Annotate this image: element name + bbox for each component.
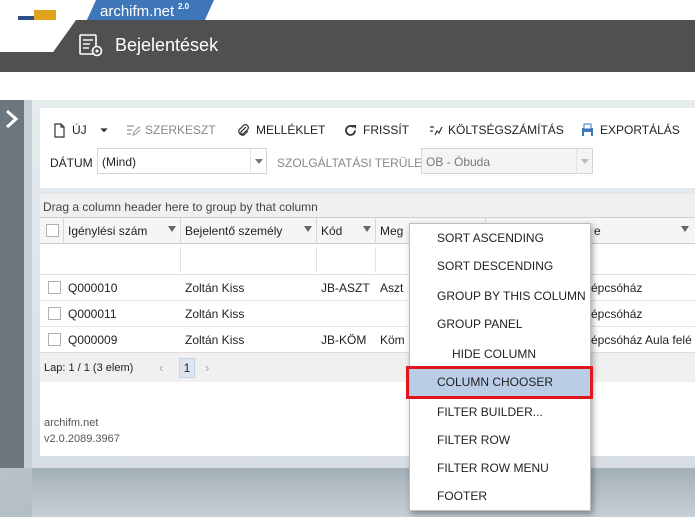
app-header: Bejelentések bbox=[0, 20, 695, 72]
row-checkbox[interactable] bbox=[48, 281, 61, 294]
service-area-select[interactable]: OB - Óbuda bbox=[421, 148, 593, 174]
menu-item-hide-column[interactable]: HIDE COLUMN bbox=[410, 340, 590, 368]
filter-funnel-icon[interactable] bbox=[304, 226, 312, 232]
filter-cell[interactable] bbox=[317, 247, 376, 273]
edit-button[interactable]: SZERKESZT bbox=[125, 122, 216, 138]
table-row[interactable]: Q000009 Zoltán Kiss JB-KÖM Köm épcsóház … bbox=[40, 327, 695, 353]
attachment-label: MELLÉKLET bbox=[256, 123, 326, 137]
sidebar-chevron-icon[interactable] bbox=[2, 108, 22, 130]
reporter-cell: Zoltán Kiss bbox=[185, 281, 245, 295]
pager-page-1[interactable]: 1 bbox=[179, 358, 195, 378]
new-doc-icon bbox=[54, 122, 65, 138]
menu-item-filter-row[interactable]: FILTER ROW bbox=[410, 426, 590, 454]
row-checkbox[interactable] bbox=[48, 333, 61, 346]
request-number-cell: Q000010 bbox=[68, 281, 118, 295]
brand-version: 2.0 bbox=[178, 2, 190, 11]
chevron-down-icon bbox=[576, 149, 592, 173]
date-filter-select[interactable]: (Mind) bbox=[97, 148, 267, 174]
report-gear-icon bbox=[79, 34, 103, 57]
export-label: EXPORTÁLÁS bbox=[600, 123, 680, 137]
code-cell: JB-ASZT bbox=[321, 281, 370, 295]
left-sidebar bbox=[0, 100, 24, 468]
menu-item-sort-descending[interactable]: SORT DESCENDING bbox=[410, 252, 590, 280]
filter-funnel-icon[interactable] bbox=[681, 226, 689, 232]
sidebar-edge bbox=[24, 100, 32, 468]
refresh-icon bbox=[345, 124, 356, 136]
new-button[interactable]: ÚJ bbox=[52, 122, 87, 138]
column-header-row: Igénylési szám Bejelentő személy Kód Meg… bbox=[40, 218, 695, 244]
footer-version: v2.0.2089.3967 bbox=[44, 433, 120, 445]
content-panel: ÚJ SZERKESZT MELLÉKLET FRISSÍT KÖLTSÉGSZ… bbox=[32, 100, 695, 468]
pager-next-icon[interactable]: › bbox=[205, 360, 209, 375]
request-number-cell: Q000009 bbox=[68, 333, 118, 347]
new-dropdown-button[interactable] bbox=[99, 122, 111, 138]
page-title: Bejelentések bbox=[115, 35, 219, 55]
pager-info: Lap: 1 / 1 (3 elem) bbox=[44, 362, 134, 374]
highlight-callout-frame bbox=[406, 366, 593, 399]
export-icon bbox=[582, 123, 593, 136]
paperclip-icon bbox=[238, 123, 249, 136]
group-panel-hint: Drag a column header here to group by th… bbox=[43, 200, 318, 214]
date-filter-label: DÁTUM bbox=[50, 156, 93, 170]
calculator-icon bbox=[430, 125, 443, 135]
brand-name: archifm.net bbox=[100, 3, 175, 20]
refresh-label: FRISSÍT bbox=[363, 123, 410, 137]
chevron-down-icon bbox=[100, 128, 108, 133]
menu-item-footer[interactable]: FOOTER bbox=[410, 482, 590, 510]
filter-cell[interactable] bbox=[64, 247, 181, 273]
select-all-checkbox[interactable] bbox=[46, 224, 59, 237]
filter-funnel-icon[interactable] bbox=[363, 226, 371, 232]
column-header-reporter[interactable]: Bejelentő személy bbox=[181, 218, 317, 244]
location-cell: épcsóház bbox=[591, 307, 643, 321]
filter-cell[interactable] bbox=[181, 247, 317, 273]
reporter-cell: Zoltán Kiss bbox=[185, 307, 245, 321]
pager-prev-icon[interactable]: ‹ bbox=[159, 360, 163, 375]
export-button[interactable]: EXPORTÁLÁS bbox=[580, 122, 680, 138]
data-grid: Drag a column header here to group by th… bbox=[40, 194, 695, 456]
menu-item-filter-builder[interactable]: FILTER BUILDER... bbox=[410, 398, 590, 426]
attachment-button[interactable]: MELLÉKLET bbox=[236, 122, 325, 138]
menu-item-group-panel[interactable]: GROUP PANEL bbox=[410, 310, 590, 338]
new-label: ÚJ bbox=[72, 123, 87, 137]
date-filter-value: (Mind) bbox=[102, 155, 137, 169]
cost-calculation-label: KÖLTSÉGSZÁMÍTÁS bbox=[448, 123, 564, 137]
refresh-button[interactable]: FRISSÍT bbox=[343, 122, 409, 138]
footer-app-name: archifm.net bbox=[44, 417, 99, 429]
table-row[interactable]: Q000011 Zoltán Kiss épcsóház bbox=[40, 301, 695, 327]
pager: Lap: 1 / 1 (3 elem) ‹ 1 › bbox=[40, 352, 695, 382]
row-checkbox[interactable] bbox=[48, 307, 61, 320]
column-header-request-number[interactable]: Igénylési szám bbox=[64, 218, 181, 244]
edit-icon bbox=[127, 124, 140, 136]
menu-item-group-by-column[interactable]: GROUP BY THIS COLUMN bbox=[410, 282, 590, 310]
filter-funnel-icon[interactable] bbox=[168, 226, 176, 232]
brand-tab[interactable]: archifm.net 2.0 bbox=[86, 0, 214, 22]
location-cell: épcsóház bbox=[591, 281, 643, 295]
service-area-label: SZOLGÁLTATÁSI TERÜLET bbox=[277, 156, 430, 170]
group-panel[interactable]: Drag a column header here to group by th… bbox=[40, 194, 695, 218]
bottom-background bbox=[32, 468, 695, 517]
service-area-value: OB - Óbuda bbox=[426, 155, 491, 169]
request-number-cell: Q000011 bbox=[68, 307, 117, 321]
table-row[interactable]: Q000010 Zoltán Kiss JB-ASZT Aszt épcsóhá… bbox=[40, 275, 695, 301]
code-cell: JB-KÖM bbox=[321, 333, 367, 347]
menu-item-filter-row-menu[interactable]: FILTER ROW MENU bbox=[410, 454, 590, 482]
header-spacer bbox=[0, 72, 695, 100]
chevron-down-icon[interactable] bbox=[250, 149, 266, 173]
reporter-cell: Zoltán Kiss bbox=[185, 333, 245, 347]
column-header-code[interactable]: Kód bbox=[317, 218, 376, 244]
edit-label: SZERKESZT bbox=[145, 123, 216, 137]
menu-item-sort-ascending[interactable]: SORT ASCENDING bbox=[410, 224, 590, 252]
toolbar: ÚJ SZERKESZT MELLÉKLET FRISSÍT KÖLTSÉGSZ… bbox=[40, 108, 695, 188]
cost-calculation-button[interactable]: KÖLTSÉGSZÁMÍTÁS bbox=[428, 122, 564, 138]
filter-row bbox=[40, 245, 695, 275]
select-all-cell bbox=[40, 218, 64, 244]
location-cell: épcsóház Aula felé bbox=[591, 333, 692, 347]
